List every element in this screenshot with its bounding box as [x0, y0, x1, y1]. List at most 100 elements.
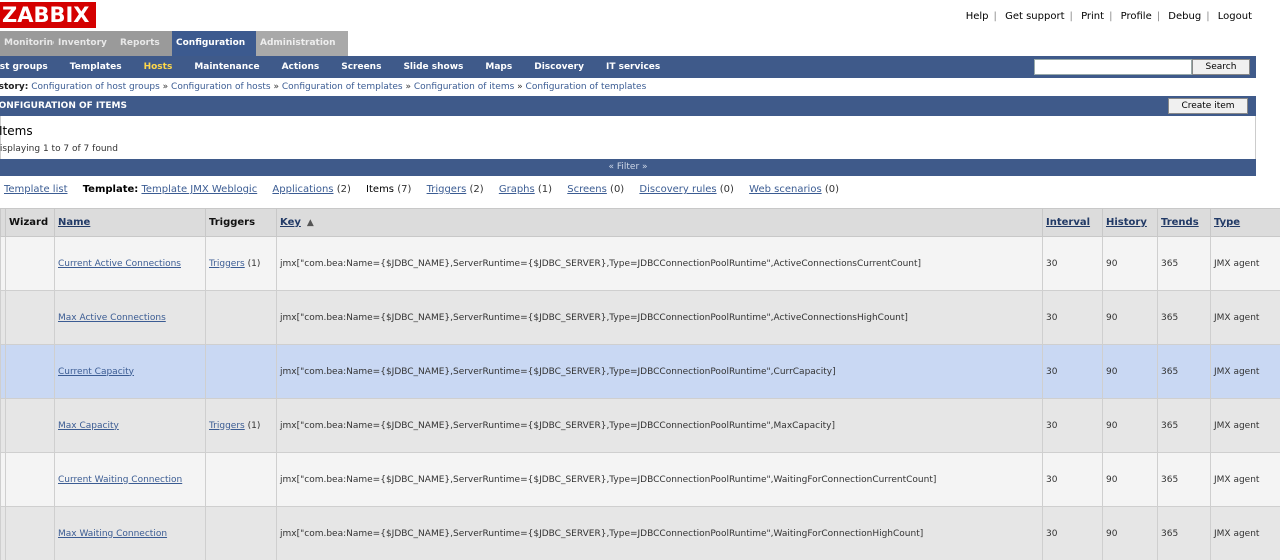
type-cell: JMX agent [1210, 290, 1280, 345]
wizard-column-header: Wizard [5, 208, 55, 237]
key-cell: jmx["com.bea:Name={$JDBC_NAME},ServerRun… [276, 452, 1043, 507]
item-name-link[interactable]: Max Capacity [58, 421, 119, 431]
breadcrumb: History: Configuration of host groups » … [0, 79, 1256, 95]
search-input[interactable] [1034, 59, 1192, 75]
triggers-link[interactable]: Triggers [209, 421, 245, 431]
tab-reports[interactable]: Reports [116, 31, 172, 56]
profile-link[interactable]: Profile [1121, 11, 1152, 22]
tab-monitoring[interactable]: Monitoring [0, 31, 60, 56]
discovery-rules-link[interactable]: Discovery rules [639, 184, 716, 195]
table-row[interactable]: Max Active Connections jmx["com.bea:Name… [0, 290, 1280, 345]
name-sort-link[interactable]: Name [58, 217, 90, 228]
top-bar: ZABBIX Help | Get support | Print | Profile… [0, 0, 1280, 31]
filter-toggle[interactable]: « Filter » [0, 159, 1256, 176]
submenu-slide-shows[interactable]: Slide shows [403, 62, 463, 72]
submenu-it-services[interactable]: IT services [606, 62, 660, 72]
logout-link[interactable]: Logout [1218, 11, 1252, 22]
config-header: CONFIGURATION OF ITEMS Create item [0, 96, 1256, 116]
history-item[interactable]: Configuration of templates [526, 82, 647, 92]
name-cell: Max Capacity [54, 398, 206, 453]
item-name-link[interactable]: Current Active Connections [58, 259, 181, 269]
history-sort-link[interactable]: History [1106, 217, 1147, 228]
submenu-actions[interactable]: Actions [282, 62, 320, 72]
submenu-host-groups[interactable]: Host groups [0, 62, 48, 72]
item-name-link[interactable]: Max Active Connections [58, 313, 166, 323]
trends-cell: 365 [1157, 452, 1211, 507]
triggers-cell [205, 344, 277, 399]
triggers-count: (1) [247, 258, 261, 269]
graphs-link[interactable]: Graphs [499, 184, 535, 195]
tab-inventory[interactable]: Inventory [54, 31, 116, 56]
triggers-column-header: Triggers [205, 208, 277, 237]
submenu-maps[interactable]: Maps [485, 62, 512, 72]
triggers-link[interactable]: Triggers [427, 184, 467, 195]
type-cell: JMX agent [1210, 452, 1280, 507]
applications-link[interactable]: Applications [272, 184, 333, 195]
triggers-cell: Triggers (1) [205, 398, 277, 453]
history-cell: 90 [1102, 236, 1158, 291]
get-support-link[interactable]: Get support [1005, 11, 1064, 22]
history-cell: 90 [1102, 290, 1158, 345]
items-title: Items [0, 124, 33, 138]
submenu-templates[interactable]: Templates [70, 62, 122, 72]
search-button[interactable]: Search [1192, 59, 1250, 75]
history-column-header[interactable]: History [1102, 208, 1158, 237]
triggers-link[interactable]: Triggers [209, 259, 245, 269]
interval-cell: 30 [1042, 506, 1103, 560]
template-nav: Template list Template: Template JMX Web… [0, 184, 1256, 202]
template-list-link[interactable]: Template list [4, 184, 68, 195]
history-item[interactable]: Configuration of hosts [171, 82, 271, 92]
history-item[interactable]: Configuration of items [414, 82, 514, 92]
interval-cell: 30 [1042, 452, 1103, 507]
submenu-screens[interactable]: Screens [341, 62, 381, 72]
type-sort-link[interactable]: Type [1214, 217, 1240, 228]
triggers-count: (2) [469, 184, 484, 195]
triggers-cell [205, 506, 277, 560]
history-item[interactable]: Configuration of templates [282, 82, 403, 92]
table-row[interactable]: Current Capacity jmx["com.bea:Name={$JDB… [0, 344, 1280, 399]
trends-column-header[interactable]: Trends [1157, 208, 1211, 237]
history-item[interactable]: Configuration of host groups [31, 82, 160, 92]
name-column-header[interactable]: Name [54, 208, 206, 237]
trends-cell: 365 [1157, 398, 1211, 453]
help-link[interactable]: Help [966, 11, 989, 22]
print-link[interactable]: Print [1081, 11, 1104, 22]
interval-sort-link[interactable]: Interval [1046, 217, 1090, 228]
trends-sort-link[interactable]: Trends [1161, 217, 1199, 228]
items-label: Items [366, 184, 395, 195]
zabbix-logo[interactable]: ZABBIX [0, 2, 96, 28]
discovery-count: (0) [719, 184, 734, 195]
top-links: Help | Get support | Print | Profile | Debug… [965, 11, 1252, 22]
table-row[interactable]: Max Waiting Connection jmx["com.bea:Name… [0, 506, 1280, 560]
key-sort-link[interactable]: Key [280, 217, 301, 228]
interval-column-header[interactable]: Interval [1042, 208, 1103, 237]
wizard-cell [5, 236, 55, 291]
items-table: Wizard Name Triggers Key ▲ Interval Histo… [0, 208, 1280, 560]
web-scenarios-link[interactable]: Web scenarios [749, 184, 822, 195]
screens-link[interactable]: Screens [567, 184, 607, 195]
submenu-maintenance[interactable]: Maintenance [194, 62, 259, 72]
item-name-link[interactable]: Max Waiting Connection [58, 529, 167, 539]
template-name-link[interactable]: Template JMX Weblogic [141, 184, 257, 195]
graphs-count: (1) [537, 184, 553, 195]
table-row[interactable]: Current Active Connections Triggers (1) … [0, 236, 1280, 291]
submenu-hosts[interactable]: Hosts [144, 62, 173, 72]
key-cell: jmx["com.bea:Name={$JDBC_NAME},ServerRun… [276, 344, 1043, 399]
debug-link[interactable]: Debug [1168, 11, 1201, 22]
history-cell: 90 [1102, 398, 1158, 453]
type-cell: JMX agent [1210, 236, 1280, 291]
item-name-link[interactable]: Current Waiting Connection [58, 475, 182, 485]
item-name-link[interactable]: Current Capacity [58, 367, 134, 377]
table-row[interactable]: Max Capacity Triggers (1) jmx["com.bea:N… [0, 398, 1280, 453]
key-cell: jmx["com.bea:Name={$JDBC_NAME},ServerRun… [276, 506, 1043, 560]
table-row[interactable]: Current Waiting Connection jmx["com.bea:… [0, 452, 1280, 507]
tab-administration[interactable]: Administration [256, 31, 348, 56]
type-cell: JMX agent [1210, 344, 1280, 399]
key-column-header[interactable]: Key ▲ [276, 208, 1043, 237]
tab-configuration[interactable]: Configuration [172, 31, 256, 56]
interval-cell: 30 [1042, 236, 1103, 291]
create-item-button[interactable]: Create item [1168, 98, 1248, 114]
type-column-header[interactable]: Type [1210, 208, 1280, 237]
history-cell: 90 [1102, 344, 1158, 399]
submenu-discovery[interactable]: Discovery [534, 62, 584, 72]
